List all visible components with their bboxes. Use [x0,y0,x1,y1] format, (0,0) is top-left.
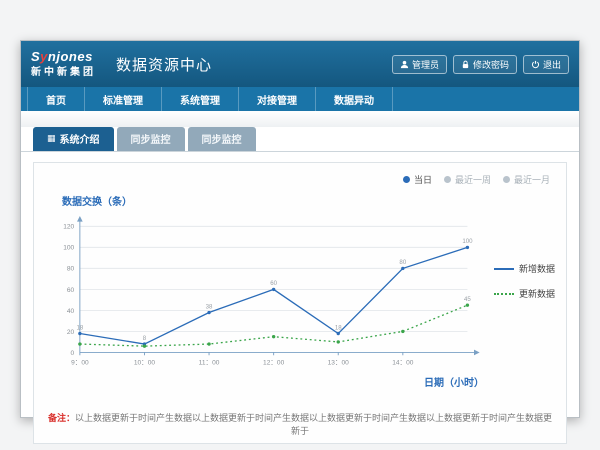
logout-button[interactable]: 退出 [523,55,569,74]
logo-subtitle: 新中新集团 [31,67,96,78]
legend-last-week[interactable]: 最近一周 [444,173,491,186]
legend-dot [503,176,510,183]
legend-label: 更新数据 [519,287,555,300]
svg-text:0: 0 [71,350,75,357]
solid-line-sample [494,268,514,270]
nav-item-data-changes[interactable]: 数据异动 [316,87,393,111]
main-nav: 首页 标准管理 系统管理 对接管理 数据异动 [21,87,579,111]
logo-post: njones [48,49,93,64]
nav-item-system-mgmt[interactable]: 系统管理 [162,87,239,111]
logo-text: Synjones [31,50,96,64]
svg-text:120: 120 [63,224,74,231]
legend-label: 当日 [414,173,432,186]
time-range-legend: 当日 最近一周 最近一月 [403,173,550,186]
content-panel: 当日 最近一周 最近一月 数据交换（条） 0 20 40 60 80 100 120 9：00… [33,162,567,444]
app-window: Synjones 新中新集团 数据资源中心 管理员 修改密码 退出 首页 标准管… [20,40,580,418]
series-legend: 新增数据 更新数据 [494,210,555,300]
tab-system-intro[interactable]: ▦ 系统介绍 [33,127,114,151]
svg-text:10：00: 10：00 [134,360,156,367]
user-icon [400,60,409,69]
legend-series-new-data[interactable]: 新增数据 [494,262,555,275]
svg-text:8: 8 [143,335,147,342]
svg-text:20: 20 [67,329,75,336]
svg-text:38: 38 [206,303,213,310]
header-actions: 管理员 修改密码 退出 [392,55,569,74]
legend-dot [403,176,410,183]
footnote-prefix: 备注： [48,413,75,423]
legend-label: 最近一周 [455,173,491,186]
tab-label: 同步监控 [202,131,242,146]
svg-text:100: 100 [462,238,473,245]
tab-sync-monitor-2[interactable]: 同步监控 [188,127,256,151]
svg-text:11：00: 11：00 [199,360,220,367]
legend-last-month[interactable]: 最近一月 [503,173,550,186]
svg-text:18: 18 [335,324,342,331]
svg-text:80: 80 [399,259,406,266]
legend-today[interactable]: 当日 [403,173,432,186]
chart-area: 0 20 40 60 80 100 120 9：00 10：00 11：00 12：00 13：00 1… [46,210,554,389]
lock-icon [461,60,470,69]
footnote-text: 以上数据更新于时间产生数据以上数据更新于时间产生数据以上数据更新于时间产生数据以… [75,413,552,436]
nav-item-home[interactable]: 首页 [27,87,85,111]
svg-text:80: 80 [67,266,75,273]
logo-accent: y [40,49,48,64]
svg-text:14：00: 14：00 [392,360,414,367]
dotted-line-sample [494,293,514,295]
chart-box: 0 20 40 60 80 100 120 9：00 10：00 11：00 12：00 13：00 1… [46,210,490,389]
svg-text:13：00: 13：00 [328,360,350,367]
tab-label: 同步监控 [131,131,171,146]
brand-logo: Synjones 新中新集团 [31,50,96,77]
power-icon [531,60,540,69]
x-axis-title: 日期（小时） [46,374,484,389]
header: Synjones 新中新集团 数据资源中心 管理员 修改密码 退出 [21,41,579,87]
user-label: 管理员 [412,58,439,71]
svg-text:60: 60 [67,287,75,294]
footnote: 备注：以上数据更新于时间产生数据以上数据更新于时间产生数据以上数据更新于时间产生… [46,411,554,437]
user-button[interactable]: 管理员 [392,55,447,74]
tab-label: 系统介绍 [60,131,100,146]
legend-series-updated-data[interactable]: 更新数据 [494,287,555,300]
legend-dot [444,176,451,183]
legend-label: 最近一月 [514,173,550,186]
change-password-label: 修改密码 [473,58,509,71]
page-title: 数据资源中心 [116,54,212,75]
nav-item-standard-mgmt[interactable]: 标准管理 [85,87,162,111]
tab-sync-monitor-1[interactable]: 同步监控 [117,127,185,151]
svg-text:60: 60 [270,280,277,287]
line-chart: 0 20 40 60 80 100 120 9：00 10：00 11：00 12：00 13：00 1… [46,210,490,382]
svg-text:18: 18 [76,324,83,331]
grid-icon: ▦ [47,134,56,143]
nav-item-interface-mgmt[interactable]: 对接管理 [239,87,316,111]
svg-text:100: 100 [63,245,74,252]
change-password-button[interactable]: 修改密码 [453,55,517,74]
logout-label: 退出 [543,58,561,71]
logo-pre: S [31,49,40,64]
nav-gap-strip [21,111,579,127]
svg-text:12：00: 12：00 [263,360,285,367]
y-axis-title: 数据交换（条） [62,193,554,208]
svg-text:45: 45 [464,296,471,303]
svg-text:9：00: 9：00 [71,360,89,367]
legend-label: 新增数据 [519,262,555,275]
svg-text:40: 40 [67,308,75,315]
tab-bar: ▦ 系统介绍 同步监控 同步监控 [21,127,579,152]
